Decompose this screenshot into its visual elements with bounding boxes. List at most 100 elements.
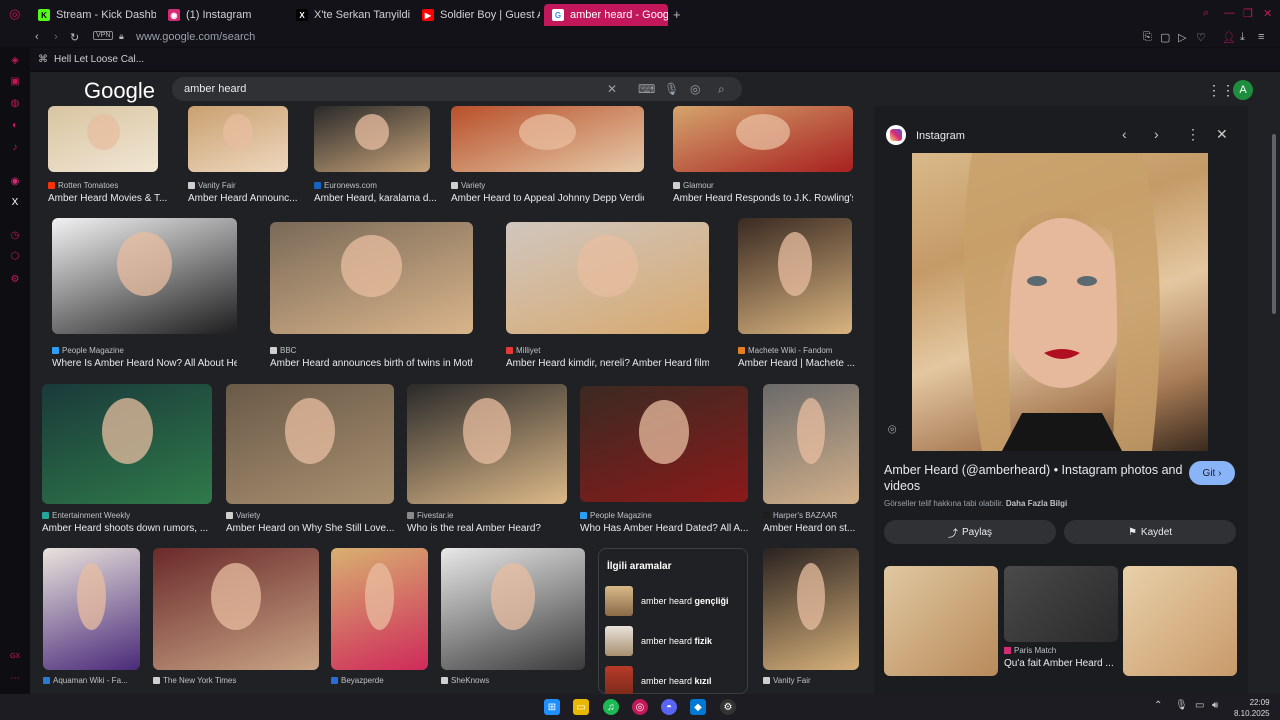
forward-icon[interactable]: › — [54, 31, 58, 43]
result-title[interactable]: Amber Heard announces birth of twins in … — [270, 358, 473, 369]
search-box[interactable]: amber heard ✕ ⌨ 🎙︎ ◎ ⌕ — [172, 77, 742, 101]
google-logo[interactable]: Google — [84, 78, 155, 104]
result-title[interactable]: Amber Heard shoots down rumors, ... — [42, 523, 208, 534]
result-image[interactable] — [441, 548, 585, 670]
visit-button[interactable]: Git › — [1189, 461, 1235, 485]
result-source[interactable]: Aquaman Wiki - Fa... — [43, 676, 128, 685]
result-source[interactable]: Rotten Tomatoes — [48, 181, 118, 190]
search-tabs-icon[interactable]: ⌕ — [1203, 7, 1209, 20]
related-image-title[interactable]: Qu'a fait Amber Heard ... — [1004, 658, 1114, 669]
result-source[interactable]: Vanity Fair — [188, 181, 236, 190]
preview-image[interactable] — [912, 153, 1208, 451]
messenger-icon[interactable]: ◍ — [9, 97, 21, 109]
related-item[interactable]: amber heard kızıl — [605, 665, 745, 694]
result-image[interactable] — [42, 384, 212, 504]
result-image[interactable] — [331, 548, 428, 670]
more-icon[interactable]: ⋯ — [9, 672, 21, 684]
settings-icon[interactable]: ⚙ — [9, 273, 21, 285]
download-icon[interactable]: ⤓ — [1240, 31, 1245, 44]
panel-site-name[interactable]: Instagram — [916, 130, 965, 142]
player-icon[interactable]: ▷ — [1178, 31, 1186, 44]
close-window-button[interactable]: ✕ — [1263, 7, 1272, 20]
result-image[interactable] — [407, 384, 567, 504]
result-image[interactable] — [738, 218, 852, 334]
bookmark-item[interactable]: Hell Let Loose Cal... — [54, 54, 144, 65]
result-source[interactable]: Beyazperde — [331, 676, 384, 685]
spotify-icon[interactable]: ♫ — [603, 699, 619, 715]
result-image[interactable] — [48, 106, 158, 172]
next-image-icon[interactable]: › — [1154, 126, 1159, 142]
result-image[interactable] — [188, 106, 288, 172]
related-item[interactable]: amber heard fizik — [605, 625, 745, 657]
twitch-icon[interactable]: ▣ — [9, 75, 21, 87]
result-title[interactable]: Amber Heard Movies & T... — [48, 193, 167, 204]
result-title[interactable]: Where Is Amber Heard Now? All About Her … — [52, 358, 237, 369]
tab-instagram[interactable]: ◉ (1) Instagram — [160, 4, 284, 26]
result-source[interactable]: Glamour — [673, 181, 714, 190]
result-source[interactable]: Variety — [226, 511, 260, 520]
maximize-button[interactable]: ❐ — [1243, 7, 1253, 20]
avatar[interactable]: A — [1233, 80, 1253, 100]
result-image[interactable] — [52, 218, 237, 334]
result-title[interactable]: Who Has Amber Heard Dated? All A... — [580, 523, 748, 534]
save-button[interactable]: ⚑ Kaydet — [1064, 520, 1236, 544]
result-image[interactable] — [153, 548, 319, 670]
tab-island-icon[interactable]: ▢ — [1160, 31, 1170, 44]
x-sidebar-icon[interactable]: X — [9, 196, 21, 208]
more-options-icon[interactable]: ⋮ — [1186, 126, 1200, 143]
mic-icon[interactable]: 🎙︎ — [664, 82, 679, 96]
result-title[interactable]: Amber Heard on Why She Still Love... — [226, 523, 394, 534]
close-panel-icon[interactable]: ✕ — [1216, 126, 1228, 143]
result-title[interactable]: Amber Heard, karalama d... — [314, 193, 437, 204]
search-input[interactable]: amber heard — [184, 83, 246, 95]
tab-google[interactable]: G amber heard - Google'da — [544, 4, 668, 26]
opera-gx-icon[interactable]: ◎ — [632, 699, 648, 715]
vpn-badge[interactable]: VPN — [93, 31, 114, 40]
result-source[interactable]: BBC — [270, 346, 296, 355]
result-source[interactable]: Vanity Fair — [763, 676, 811, 685]
file-explorer-icon[interactable]: ▭ — [573, 699, 589, 715]
result-title[interactable]: Amber Heard to Appeal Johnny Depp Verdic… — [451, 193, 644, 204]
result-source[interactable]: People Magazine — [52, 346, 124, 355]
share-button[interactable]: ⤴ Paylaş — [884, 520, 1056, 544]
result-title[interactable]: Amber Heard on st... — [763, 523, 855, 534]
result-title[interactable]: Amber Heard kimdir, nereli? Amber Heard … — [506, 358, 709, 369]
tab-youtube[interactable]: ▶ Soldier Boy | Guest Appe — [414, 4, 540, 26]
music-icon[interactable]: ♪ — [9, 141, 21, 153]
keyboard-icon[interactable]: ⌨ — [638, 82, 655, 96]
volume-icon[interactable]: 🔊︎ — [1212, 700, 1218, 711]
lens-icon[interactable]: ◎ — [690, 82, 700, 96]
result-image[interactable] — [763, 384, 859, 504]
result-source[interactable]: Machete Wiki - Fandom — [738, 346, 832, 355]
search-icon[interactable]: ⌕ — [718, 82, 725, 97]
steam-icon[interactable]: ⚙ — [720, 699, 736, 715]
tab-kick[interactable]: K Stream - Kick Dashboard — [30, 4, 156, 26]
instagram-sidebar-icon[interactable]: ◉ — [9, 175, 21, 187]
result-source[interactable]: Euronews.com — [314, 181, 377, 190]
result-image[interactable] — [580, 386, 748, 502]
opera-gx-logo-icon[interactable]: ◎ — [9, 6, 20, 22]
profile-icon[interactable]: 👤︎ — [1222, 31, 1236, 44]
minimize-button[interactable]: — — [1224, 7, 1235, 19]
extensions-icon[interactable]: ⬡ — [9, 250, 21, 262]
related-image[interactable] — [1004, 566, 1118, 642]
result-image[interactable] — [43, 548, 140, 670]
result-image[interactable] — [673, 106, 853, 172]
result-image[interactable] — [270, 222, 473, 334]
result-image[interactable] — [451, 106, 644, 172]
panel-scrollbar[interactable] — [1272, 134, 1276, 314]
result-source[interactable]: SheKnows — [441, 676, 489, 685]
result-title[interactable]: Who is the real Amber Heard? — [407, 523, 541, 534]
related-item[interactable]: amber heard gençliği — [605, 585, 745, 617]
app-icon[interactable]: ◆ — [690, 699, 706, 715]
result-source[interactable]: People Magazine — [580, 511, 652, 520]
discord-icon[interactable]: ◐ — [9, 119, 21, 131]
result-source[interactable]: Harper's BAZAAR — [763, 511, 837, 520]
start-icon[interactable]: ⊞ — [544, 699, 560, 715]
network-icon[interactable]: ▭ — [1195, 700, 1204, 711]
snapshot-icon[interactable]: ⎘ — [1143, 31, 1152, 44]
tab-x[interactable]: X X'te Serkan Tanyildizi: "E — [288, 4, 410, 26]
result-title[interactable]: Amber Heard Announc... — [188, 193, 298, 204]
related-image[interactable] — [884, 566, 998, 676]
visual-search-icon[interactable]: ⌾ — [888, 421, 896, 438]
